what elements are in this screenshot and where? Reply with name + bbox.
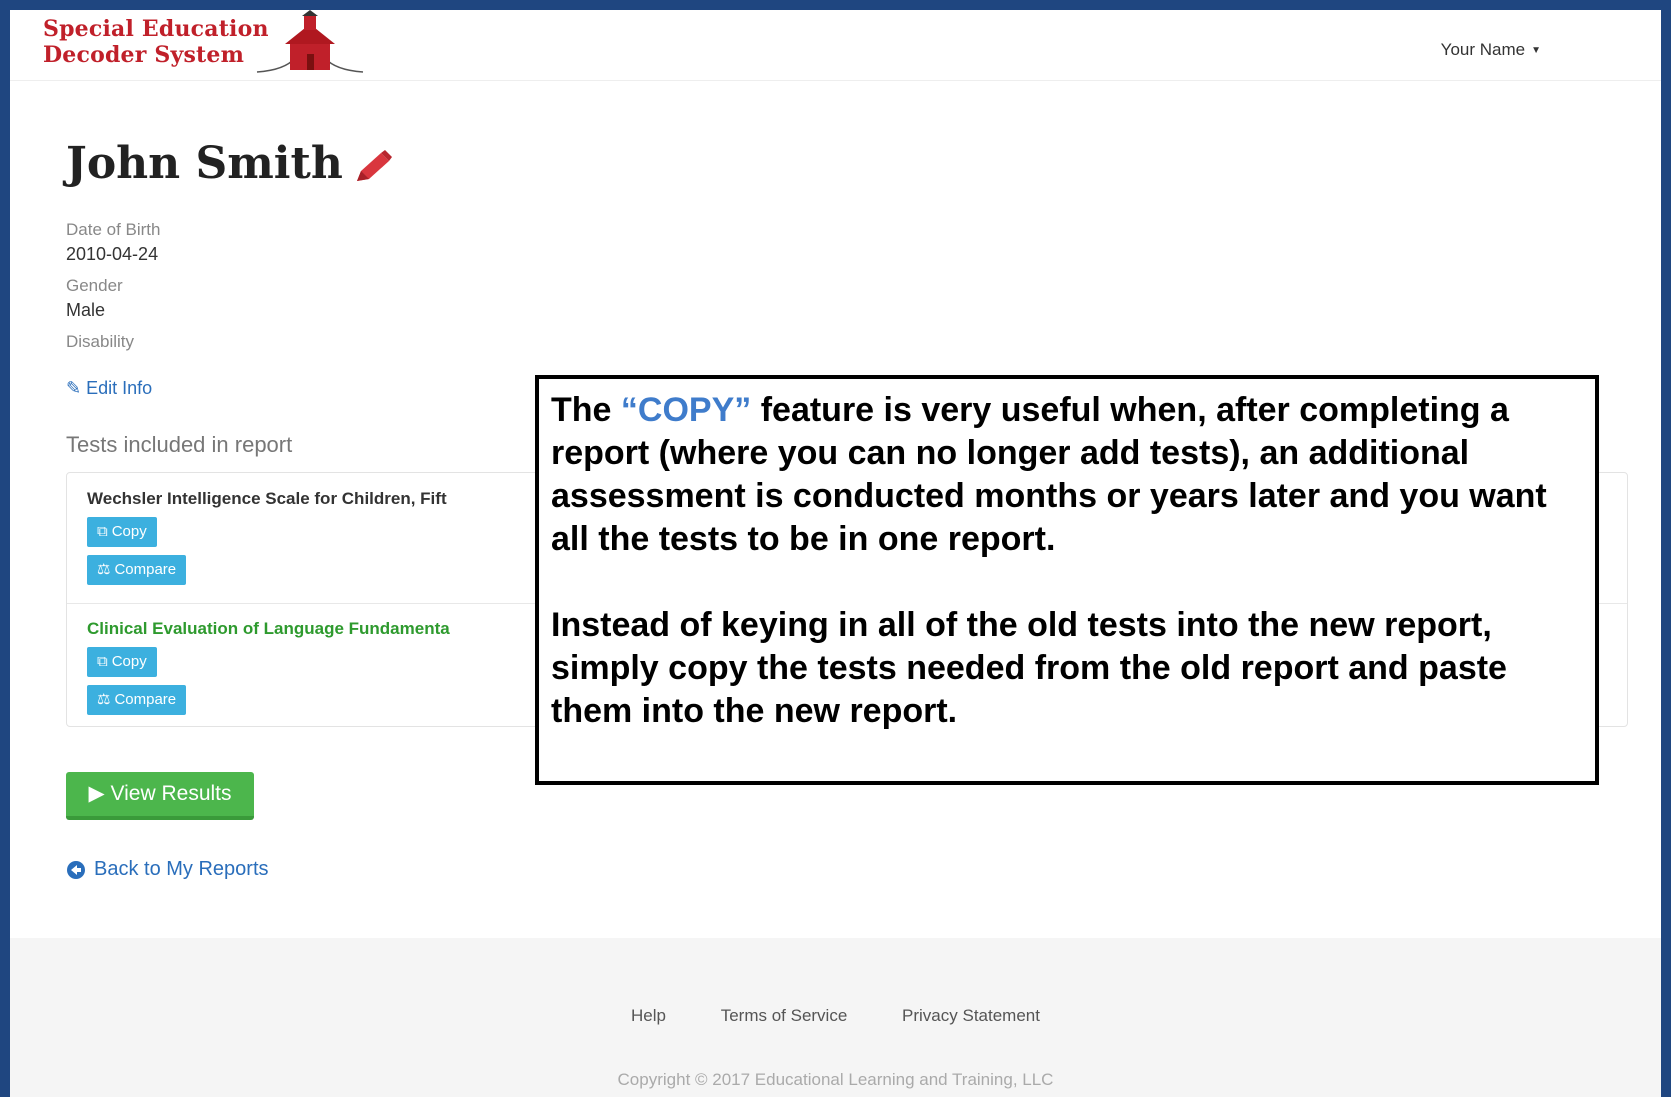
annotation-callout: The “COPY” feature is very useful when, … — [535, 375, 1599, 785]
test-item: Clinical Evaluation of Language Fundamen… — [87, 619, 450, 715]
edit-info-label: Edit Info — [86, 378, 153, 398]
gender-value: Male — [66, 300, 106, 320]
copy-button[interactable]: ⧉ Copy — [87, 517, 157, 547]
compare-button[interactable]: ⚖ Compare — [87, 555, 187, 585]
edit-info-link[interactable]: ✎ Edit Info — [66, 378, 152, 399]
user-menu-dropdown[interactable]: Your Name ▼ — [1441, 40, 1541, 60]
view-results-button[interactable]: ▶ View Results — [66, 772, 254, 820]
tests-heading: Tests included in report — [66, 432, 293, 457]
test-title[interactable]: Clinical Evaluation of Language Fundamen… — [87, 619, 450, 639]
compare-button[interactable]: ⚖ Compare — [87, 685, 187, 715]
footer-privacy-link[interactable]: Privacy Statement — [902, 1006, 1040, 1025]
site-logo[interactable]: Special Education Decoder System — [43, 16, 269, 68]
compare-button-label: Compare — [114, 561, 177, 578]
gender-label: Gender — [66, 276, 123, 295]
copy-button-label: Copy — [111, 523, 147, 540]
callout-p1-prefix: The — [551, 391, 621, 429]
compare-button-label: Compare — [114, 691, 177, 708]
callout-paragraph-2: Instead of keying in all of the old test… — [551, 606, 1507, 730]
student-header: John Smith — [66, 138, 393, 189]
copy-button-label: Copy — [111, 653, 147, 670]
test-title[interactable]: Wechsler Intelligence Scale for Children… — [87, 489, 447, 509]
scale-icon: ⚖ — [97, 691, 111, 708]
copy-icon: ⧉ — [97, 653, 108, 670]
app-window: Special Education Decoder System Your Na… — [10, 10, 1661, 1097]
page-title: John Smith — [66, 138, 343, 189]
callout-paragraph-1: The “COPY” feature is very useful when, … — [551, 389, 1583, 561]
callout-copy-highlight: “COPY” — [620, 391, 752, 429]
footer: Help Terms of Service Privacy Statement … — [10, 938, 1661, 1097]
back-to-reports-link[interactable]: Back to My Reports — [66, 858, 269, 881]
user-menu-label: Your Name — [1440, 40, 1526, 59]
footer-terms-link[interactable]: Terms of Service — [721, 1006, 848, 1025]
back-arrow-icon — [67, 860, 85, 879]
scale-icon: ⚖ — [97, 561, 111, 578]
dob-label: Date of Birth — [66, 220, 161, 239]
back-link-label: Back to My Reports — [94, 858, 269, 880]
logo-line-1: Special Education — [43, 16, 269, 42]
test-item: Wechsler Intelligence Scale for Children… — [87, 489, 447, 585]
footer-links: Help Terms of Service Privacy Statement — [10, 1006, 1661, 1026]
caret-down-icon: ▼ — [1531, 45, 1541, 57]
copy-button[interactable]: ⧉ Copy — [87, 647, 157, 677]
footer-help-link[interactable]: Help — [631, 1006, 666, 1025]
dob-value: 2010-04-24 — [66, 244, 159, 264]
disability-label: Disability — [66, 332, 135, 351]
pencil-icon[interactable] — [353, 149, 393, 185]
copy-icon: ⧉ — [97, 523, 108, 540]
logo-line-2: Decoder System — [43, 42, 245, 68]
top-navbar: Special Education Decoder System Your Na… — [10, 10, 1661, 81]
copyright-text: Copyright © 2017 Educational Learning an… — [617, 1070, 1054, 1089]
pencil-icon: ✎ — [66, 378, 82, 398]
schoolhouse-logo-icon — [256, 10, 364, 73]
play-icon: ▶ — [88, 782, 105, 805]
view-results-label: View Results — [110, 782, 232, 805]
